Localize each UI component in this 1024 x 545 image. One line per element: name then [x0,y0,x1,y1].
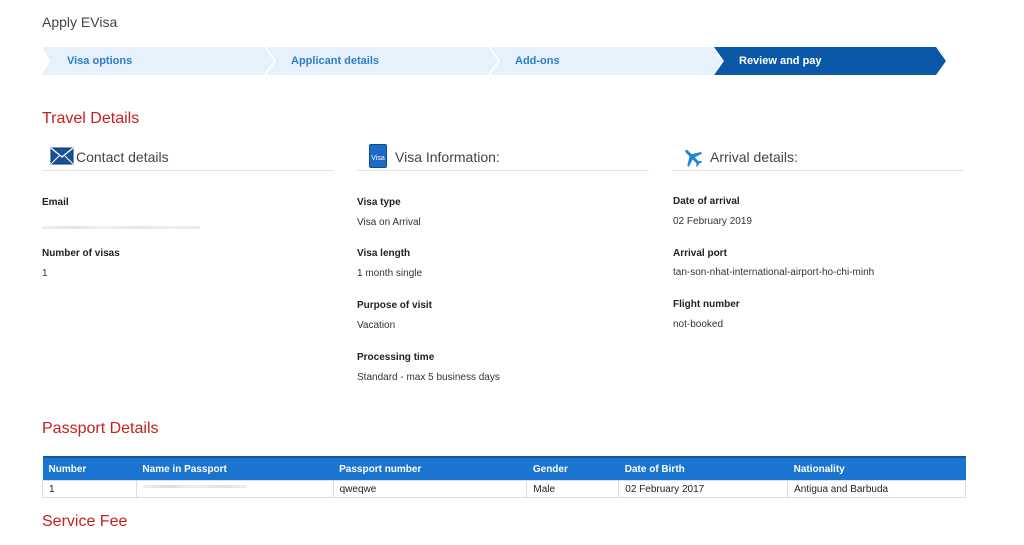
email-label: Email [42,197,69,208]
number-of-visas-label: Number of visas [42,248,120,259]
visa-information-section: Visa Visa Information: Visa type Visa on… [357,142,649,383]
flight-number-label: Flight number [673,299,740,310]
contact-details-section: Contact details Email Number of visas 1 [42,142,334,279]
contact-details-title: Contact details [76,149,169,165]
visa-card-icon: Visa [369,144,387,173]
flight-number-value: not-booked [673,319,724,330]
step-label: Visa options [67,55,133,67]
passport-table-header-row: Number Name in Passport Passport number … [42,456,966,481]
column-header-number: Number [42,456,137,481]
cell-gender: Male [526,480,620,498]
arrival-details-section: Arrival details: Date of arrival 02 Febr… [672,142,964,330]
visa-information-header: Visa Visa Information: [357,142,649,171]
envelope-icon [50,146,74,171]
column-header-gender: Gender [526,456,619,481]
arrival-port-label: Arrival port [673,248,727,259]
cell-dob: 02 February 2017 [618,480,789,498]
visa-type-value: Visa on Arrival [357,217,421,228]
visa-information-title: Visa Information: [395,149,500,165]
column-header-dob: Date of Birth [618,456,788,481]
passport-table: Number Name in Passport Passport number … [42,456,966,498]
step-label: Applicant details [291,55,380,67]
table-row: 1 qweqwe Male 02 February 2017 Antigua a… [42,480,966,498]
progress-stepper: Visa options Applicant details Add-ons R… [42,47,946,75]
column-header-passport-number: Passport number [333,456,527,481]
visa-length-value: 1 month single [357,268,423,279]
visa-length-label: Visa length [357,248,411,259]
step-add-ons[interactable]: Add-ons [490,47,722,75]
contact-details-header: Contact details [42,142,334,171]
cell-number: 1 [42,480,137,498]
passport-details-heading: Passport Details [42,420,159,437]
number-of-visas-value: 1 [42,268,48,279]
cell-passport-number: qweqwe [332,480,528,498]
purpose-of-visit-label: Purpose of visit [357,300,433,311]
processing-time-label: Processing time [357,352,435,363]
page-title: Apply EVisa [42,14,118,30]
processing-time-value: Standard - max 5 business days [357,372,500,383]
column-header-nationality: Nationality [787,456,966,481]
travel-details-heading: Travel Details [42,110,140,127]
arrival-details-title: Arrival details: [710,149,798,165]
email-value-redacted [42,226,200,229]
column-header-name: Name in Passport [136,456,334,481]
date-of-arrival-value: 02 February 2019 [673,216,752,227]
arrival-details-header: Arrival details: [672,142,964,171]
cell-nationality: Antigua and Barbuda [787,480,966,498]
visa-type-label: Visa type [357,197,401,208]
step-review-and-pay[interactable]: Review and pay [714,47,946,75]
airplane-icon [680,145,706,174]
visa-icon-text: Visa [371,155,385,162]
date-of-arrival-label: Date of arrival [673,196,740,207]
step-label: Review and pay [739,55,822,67]
step-applicant-details[interactable]: Applicant details [266,47,498,75]
name-redacted [142,485,247,488]
purpose-of-visit-value: Vacation [357,320,396,331]
cell-name [135,480,334,498]
step-visa-options[interactable]: Visa options [42,47,274,75]
step-label: Add-ons [515,55,560,67]
evisa-review-page: Apply EVisa Visa options Applicant detai… [0,0,1024,545]
service-fee-heading: Service Fee [42,513,128,530]
arrival-port-value: tan-son-nhat-international-airport-ho-ch… [673,267,875,278]
